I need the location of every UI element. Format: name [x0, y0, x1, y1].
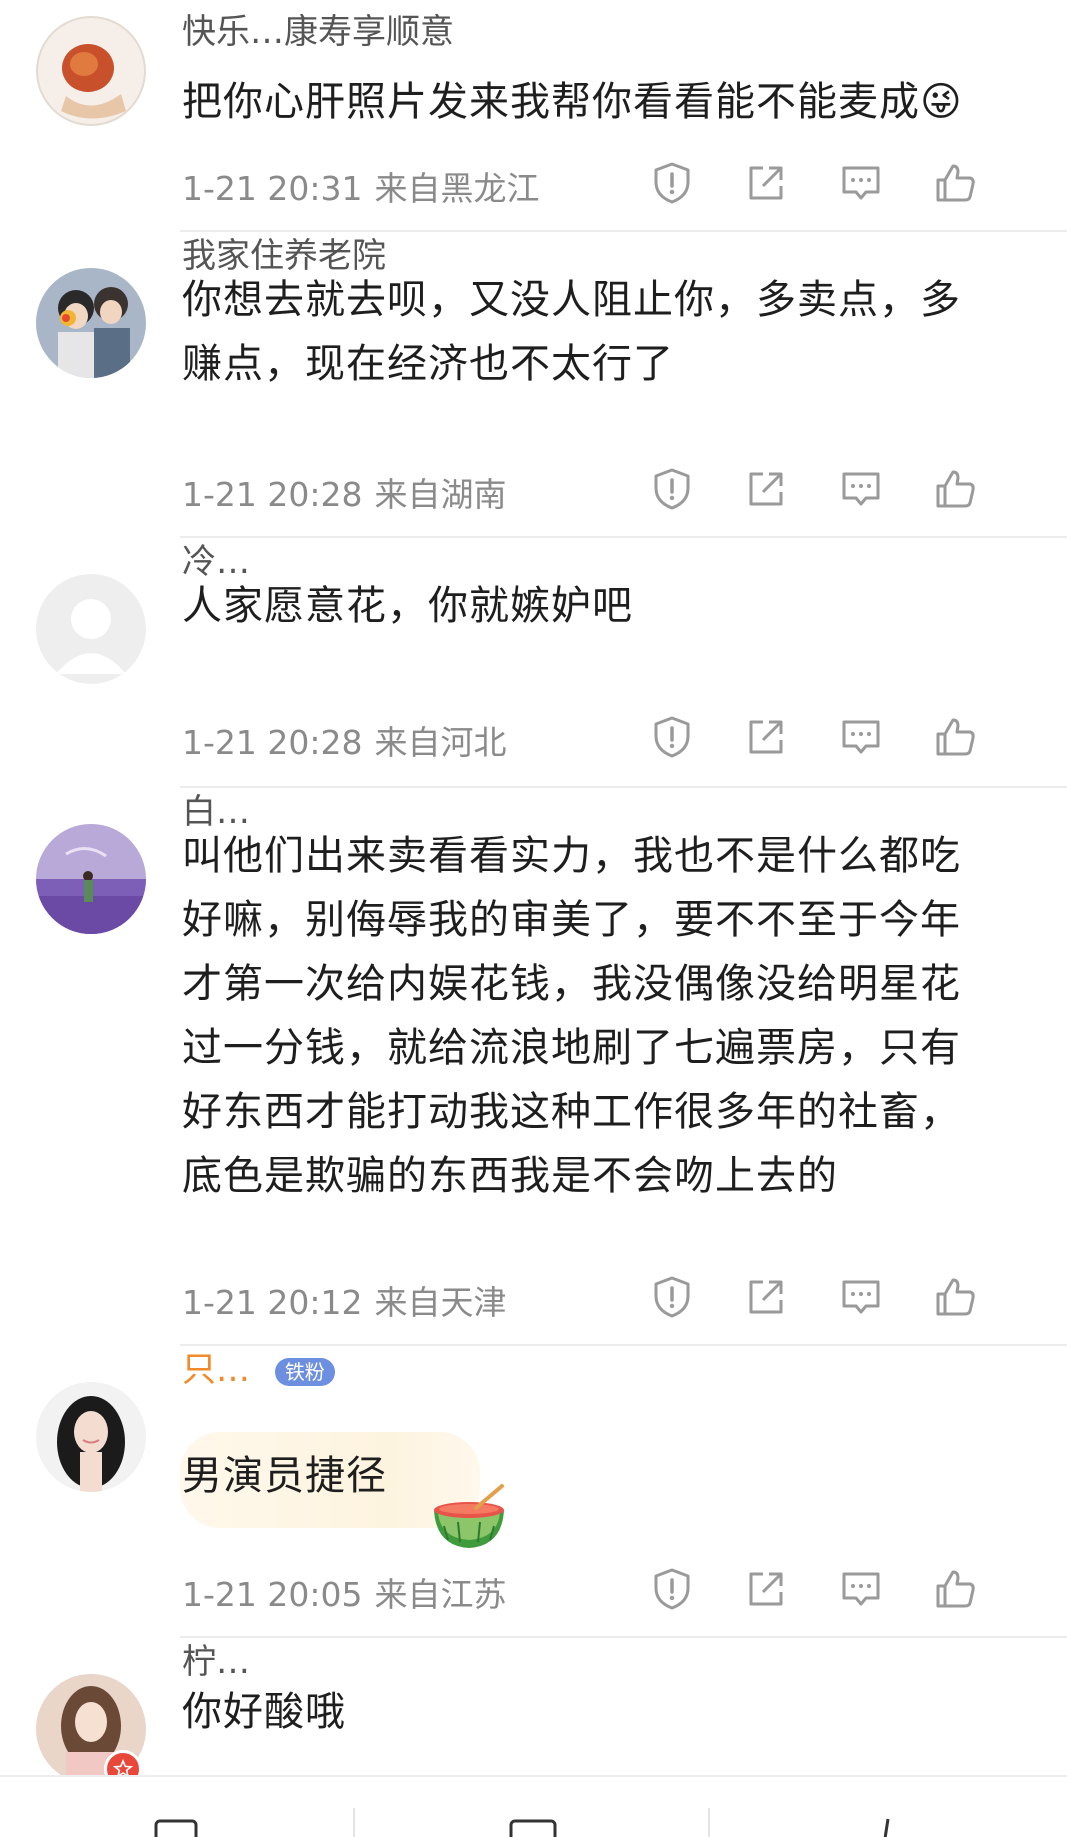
comment-date: 1-21 20:12 — [182, 1283, 363, 1322]
comment-text: 你想去就去呗，又没人阻止你，多卖点，多 赚点，现在经济也不太行了 — [182, 277, 961, 387]
comment-text: 你好酸哦 — [182, 1689, 346, 1735]
comment-text: 叫他们出来卖看看实力，我也不是什么都吃 好嘛，别侮辱我的审美了，要不不至于今年 … — [182, 833, 961, 1199]
thumbs-up-icon — [936, 718, 975, 756]
comment-text: 男演员捷径 — [182, 1453, 387, 1499]
reply-button[interactable] — [834, 709, 888, 765]
comment-meta: 1-21 20:12 来自天津 — [182, 1276, 507, 1324]
comment-bubble-icon — [842, 1572, 880, 1606]
comment-date: 1-21 20:31 — [182, 169, 363, 208]
report-shield-icon — [654, 1568, 690, 1610]
share-button[interactable] — [739, 1561, 793, 1617]
reply-button[interactable] — [834, 461, 888, 517]
thumbs-up-icon — [936, 1278, 975, 1316]
share-button[interactable] — [739, 461, 793, 517]
fan-badge: 铁粉 — [274, 1357, 335, 1386]
comment-actions — [645, 709, 1045, 765]
comment-location: 来自江苏 — [374, 1575, 507, 1614]
comment-actions — [645, 1269, 1045, 1325]
report-shield-icon — [654, 162, 690, 204]
comment-bubble-icon — [842, 472, 880, 506]
report-button[interactable] — [645, 1269, 699, 1325]
comment-bubble-icon — [842, 166, 880, 200]
comment-actions — [645, 461, 1045, 517]
repost-icon — [154, 1819, 197, 1837]
share-button[interactable] — [739, 1269, 793, 1325]
thumbs-up-icon — [936, 470, 975, 508]
comment-meta: 1-21 20:28 来自河北 — [182, 716, 507, 764]
avatar[interactable] — [36, 824, 146, 934]
tab-like[interactable] — [710, 1777, 1065, 1837]
report-button[interactable] — [645, 1561, 699, 1617]
bottom-action-bar — [0, 1775, 1067, 1837]
share-external-icon — [749, 1572, 783, 1606]
watermelon-sticker-icon — [434, 1484, 504, 1548]
comment-date: 1-21 20:28 — [182, 475, 363, 514]
avatar[interactable] — [36, 574, 146, 684]
comment-meta: 1-21 20:05 来自江苏 — [182, 1568, 507, 1616]
comment-location: 来自湖南 — [374, 475, 507, 514]
report-button[interactable] — [645, 461, 699, 517]
share-button[interactable] — [739, 709, 793, 765]
comment-item: 我家住养老院 你想去就去呗，又没人阻止你，多卖点，多 赚点，现在经济也不太行了 … — [0, 232, 1067, 538]
thumbs-up-icon — [936, 164, 975, 202]
comment-item: 柠… 你好酸哦 — [0, 1638, 1067, 1788]
like-button[interactable] — [928, 1561, 982, 1617]
comment-meta: 1-21 20:31 来自黑龙江 — [182, 162, 540, 210]
comment-date: 1-21 20:28 — [182, 723, 363, 762]
comment-list-page: 快乐…康寿享顺意 把你心肝照片发来我帮你看看能不能麦成😜 1-21 20:31 来… — [0, 0, 1067, 1837]
avatar[interactable] — [36, 16, 146, 126]
username[interactable]: 只… 铁粉 — [182, 1348, 335, 1392]
tab-repost[interactable] — [0, 1777, 355, 1837]
report-shield-icon — [654, 716, 690, 758]
comment-item: 冷… 人家愿意花，你就嫉妒吧 1-21 20:28 来自河北 — [0, 538, 1067, 788]
like-icon — [883, 1818, 889, 1837]
like-button[interactable] — [928, 709, 982, 765]
comment-date: 1-21 20:05 — [182, 1575, 363, 1614]
comment-actions — [645, 1561, 1045, 1617]
tab-comment[interactable] — [355, 1777, 710, 1837]
like-button[interactable] — [928, 1269, 982, 1325]
like-button[interactable] — [928, 461, 982, 517]
comment-bubble-icon — [842, 720, 880, 754]
share-external-icon — [749, 472, 783, 506]
comment-item: 白… 叫他们出来卖看看实力，我也不是什么都吃 好嘛，别侮辱我的审美了，要不不至于… — [0, 788, 1067, 1346]
report-button[interactable] — [645, 709, 699, 765]
report-shield-icon — [654, 1276, 690, 1318]
comment-meta: 1-21 20:28 来自湖南 — [182, 468, 507, 516]
reply-button[interactable] — [834, 1269, 888, 1325]
comment-text: 把你心肝照片发来我帮你看看能不能麦成😜 — [182, 79, 963, 125]
share-external-icon — [749, 166, 783, 200]
comment-item: 只… 铁粉 男演员捷径 1-21 20:05 来自江苏 — [0, 1346, 1067, 1638]
reply-button[interactable] — [834, 155, 888, 211]
comment-text: 人家愿意花，你就嫉妒吧 — [182, 583, 633, 629]
comment-actions — [645, 155, 1045, 211]
comment-location: 来自黑龙江 — [374, 169, 540, 208]
share-button[interactable] — [739, 155, 793, 211]
share-external-icon — [749, 720, 783, 754]
reply-button[interactable] — [834, 1561, 888, 1617]
report-shield-icon — [654, 468, 690, 510]
report-button[interactable] — [645, 155, 699, 211]
comment-location: 来自天津 — [374, 1283, 507, 1322]
comment-location: 来自河北 — [374, 723, 507, 762]
username[interactable]: 柠… — [182, 1640, 250, 1684]
comment-item: 快乐…康寿享顺意 把你心肝照片发来我帮你看看能不能麦成😜 1-21 20:31 来… — [0, 0, 1067, 232]
comment-bubble-icon — [842, 1280, 880, 1314]
comment-icon — [509, 1819, 556, 1837]
avatar[interactable] — [36, 268, 146, 378]
avatar[interactable] — [36, 1382, 146, 1492]
username[interactable]: 快乐…康寿享顺意 — [182, 10, 454, 54]
share-external-icon — [749, 1280, 783, 1314]
like-button[interactable] — [928, 155, 982, 211]
thumbs-up-icon — [936, 1570, 975, 1608]
